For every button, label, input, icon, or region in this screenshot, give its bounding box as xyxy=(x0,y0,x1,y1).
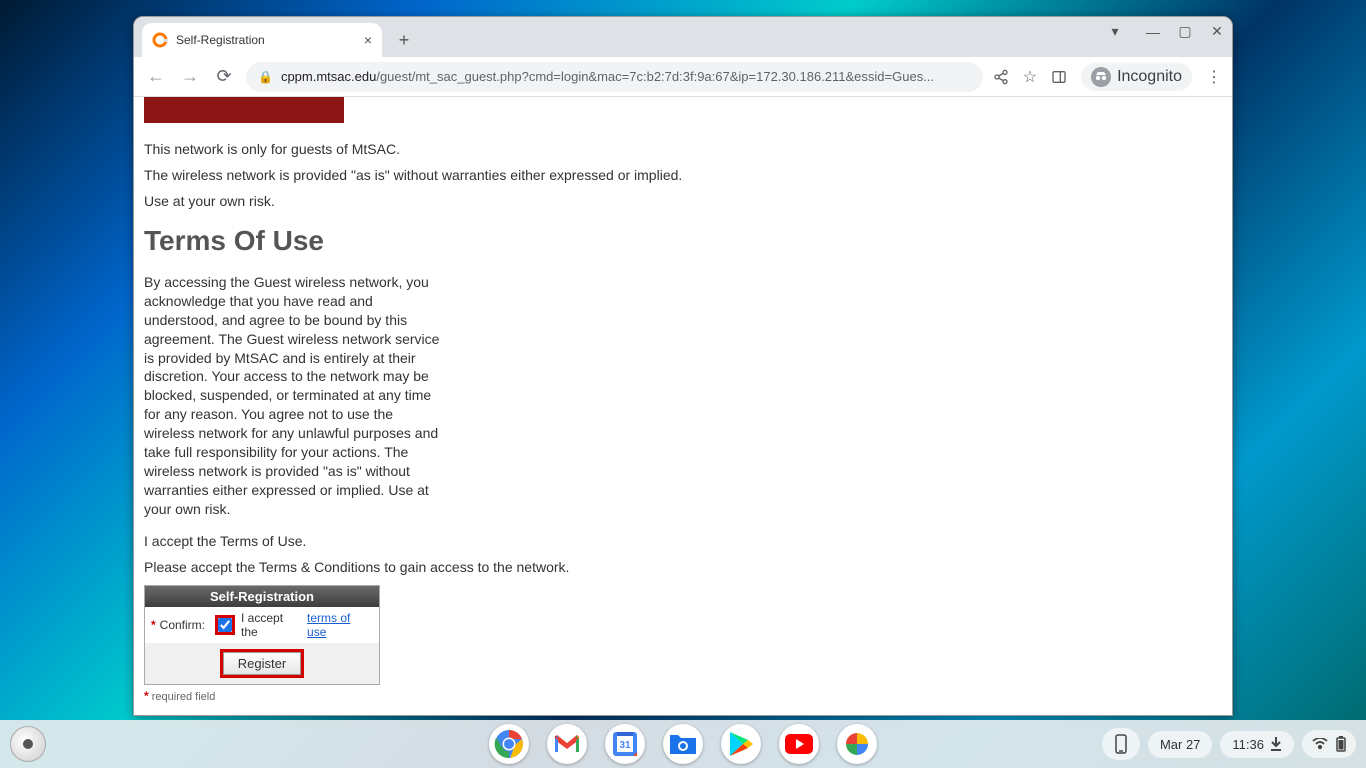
calendar-icon[interactable]: 31 xyxy=(605,724,645,764)
back-button[interactable]: ← xyxy=(144,65,168,89)
confirm-label: Confirm: xyxy=(160,618,205,632)
shelf-apps: 31 xyxy=(489,724,877,764)
lock-icon: 🔒 xyxy=(258,70,273,84)
play-store-icon[interactable] xyxy=(721,724,761,764)
toolbar-actions: ☆ Incognito ⋮ xyxy=(993,63,1222,91)
forward-button[interactable]: → xyxy=(178,65,202,89)
shelf-date: Mar 27 xyxy=(1160,737,1200,752)
time-pill[interactable]: 11:36 xyxy=(1220,731,1294,758)
registration-form: Self-Registration * Confirm: I accept th… xyxy=(144,585,380,685)
register-row: Register xyxy=(145,643,379,684)
accept-checkbox[interactable] xyxy=(218,618,232,632)
browser-tab[interactable]: Self-Registration × xyxy=(142,23,382,57)
quick-settings[interactable] xyxy=(1302,730,1356,758)
intro-text-2: The wireless network is provided "as is"… xyxy=(144,167,1222,183)
incognito-badge[interactable]: Incognito xyxy=(1081,63,1192,91)
photos-icon[interactable] xyxy=(837,724,877,764)
svg-text:31: 31 xyxy=(619,740,631,751)
tab-strip: Self-Registration × + ▾ — ▢ ✕ xyxy=(134,17,1232,57)
shelf: 31 Mar 27 11:36 xyxy=(0,720,1366,768)
register-highlight: Register xyxy=(220,649,304,678)
intro-text-1: This network is only for guests of MtSAC… xyxy=(144,141,1222,157)
share-icon[interactable] xyxy=(993,69,1009,85)
terms-body: By accessing the Guest wireless network,… xyxy=(144,273,444,519)
form-header: Self-Registration xyxy=(145,586,379,607)
launcher-button[interactable] xyxy=(10,726,46,762)
page-content: This network is only for guests of MtSAC… xyxy=(134,97,1232,715)
minimize-button[interactable]: — xyxy=(1144,24,1162,40)
required-note: * required field xyxy=(144,689,1222,703)
shelf-status: Mar 27 11:36 xyxy=(1102,728,1356,760)
download-icon xyxy=(1270,737,1282,751)
browser-window: Self-Registration × + ▾ — ▢ ✕ ← → ⟳ 🔒 cp… xyxy=(133,16,1233,716)
tab-close-icon[interactable]: × xyxy=(364,32,372,48)
tab-title: Self-Registration xyxy=(176,33,356,47)
register-button[interactable]: Register xyxy=(223,652,301,675)
chrome-icon[interactable] xyxy=(489,724,529,764)
required-star: * xyxy=(151,618,156,632)
incognito-label: Incognito xyxy=(1117,68,1182,86)
accept-line: I accept the Terms of Use. xyxy=(144,533,1222,549)
terms-heading: Terms Of Use xyxy=(144,225,1222,257)
url-host: cppm.mtsac.edu xyxy=(281,69,376,84)
shelf-time: 11:36 xyxy=(1232,737,1264,752)
url-text: cppm.mtsac.edu/guest/mt_sac_guest.php?cm… xyxy=(281,69,971,84)
intro-text-3: Use at your own risk. xyxy=(144,193,1222,209)
terms-of-use-link[interactable]: terms of use xyxy=(307,611,373,639)
launcher-icon xyxy=(23,739,33,749)
phone-hub-icon[interactable] xyxy=(1102,728,1140,760)
battery-icon xyxy=(1336,736,1346,752)
browser-toolbar: ← → ⟳ 🔒 cppm.mtsac.edu/guest/mt_sac_gues… xyxy=(134,57,1232,97)
favicon-icon xyxy=(152,32,168,48)
new-tab-button[interactable]: + xyxy=(390,26,418,54)
maximize-button[interactable]: ▢ xyxy=(1176,23,1194,40)
tab-search-icon[interactable]: ▾ xyxy=(1106,23,1124,40)
window-controls: ▾ — ▢ ✕ xyxy=(1106,23,1226,40)
reload-button[interactable]: ⟳ xyxy=(212,65,236,89)
youtube-icon[interactable] xyxy=(779,724,819,764)
prompt-line: Please accept the Terms & Conditions to … xyxy=(144,559,1222,575)
close-window-button[interactable]: ✕ xyxy=(1208,23,1226,40)
incognito-icon xyxy=(1091,67,1111,87)
checkbox-highlight xyxy=(215,615,235,635)
required-note-text: required field xyxy=(152,691,216,703)
gmail-icon[interactable] xyxy=(547,724,587,764)
side-panel-icon[interactable] xyxy=(1051,69,1067,85)
bookmark-icon[interactable]: ☆ xyxy=(1023,67,1037,87)
address-bar[interactable]: 🔒 cppm.mtsac.edu/guest/mt_sac_guest.php?… xyxy=(246,62,983,92)
wifi-icon xyxy=(1312,738,1328,750)
confirm-row: * Confirm: I accept the terms of use xyxy=(145,607,379,643)
header-banner xyxy=(144,97,344,123)
menu-icon[interactable]: ⋮ xyxy=(1206,67,1222,87)
accept-text-prefix: I accept the xyxy=(241,611,303,639)
date-pill[interactable]: Mar 27 xyxy=(1148,731,1212,758)
url-path: /guest/mt_sac_guest.php?cmd=login&mac=7c… xyxy=(376,69,934,84)
files-icon[interactable] xyxy=(663,724,703,764)
